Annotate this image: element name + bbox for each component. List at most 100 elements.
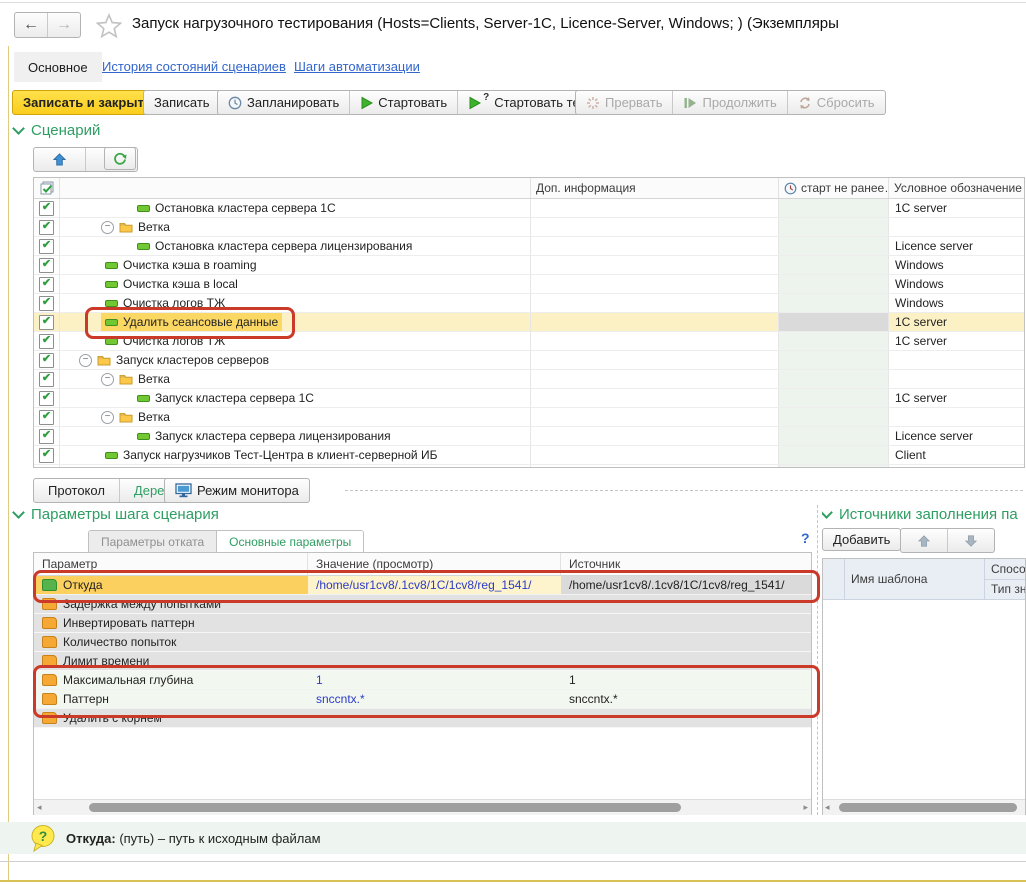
scenario-row[interactable]: ✔Запуск кластера сервера 1С1C server — [34, 389, 1024, 408]
step-name-cell[interactable]: Очистка логов ТЖ — [60, 332, 531, 351]
row-checkbox-checked[interactable]: ✔ — [39, 353, 54, 368]
param-name-cell[interactable]: Максимальная глубина — [34, 671, 308, 689]
params-help-link[interactable]: ? — [801, 530, 810, 546]
row-checkbox-checked[interactable]: ✔ — [39, 372, 54, 387]
move-up-button-disabled[interactable] — [901, 529, 947, 552]
resume-button[interactable]: Продолжить — [672, 91, 786, 114]
column-fill-method[interactable]: Способ з — [985, 559, 1026, 580]
param-name-cell[interactable]: Количество попыток — [34, 633, 308, 651]
param-name-cell[interactable]: Откуда — [34, 576, 308, 594]
abort-button[interactable]: Прервать — [576, 91, 672, 114]
collapse-minus-icon[interactable]: − — [101, 221, 114, 234]
column-value[interactable]: Значение (просмотр) — [308, 553, 561, 575]
column-param[interactable]: Параметр — [34, 553, 308, 575]
row-checkbox-checked[interactable]: ✔ — [39, 429, 54, 444]
save-and-close-button[interactable]: Записать и закрыть — [12, 90, 163, 115]
param-value-cell[interactable] — [308, 595, 561, 613]
back-button[interactable]: ← — [15, 13, 48, 37]
column-start-not-before[interactable]: старт не ранее… — [779, 178, 889, 198]
scenario-row[interactable]: ✔−Ветка — [34, 370, 1024, 389]
step-name-cell[interactable]: −Ветка — [60, 218, 531, 237]
step-name-cell[interactable]: Очистка логов ТЖ — [60, 294, 531, 313]
vertical-splitter[interactable] — [817, 505, 818, 815]
step-name-cell[interactable]: Очистка кэша в local — [60, 275, 531, 294]
scenario-row[interactable]: ✔Очистка кэша в roamingWindows — [34, 256, 1024, 275]
row-checkbox-checked[interactable]: ✔ — [39, 410, 54, 425]
params-horizontal-scrollbar[interactable]: ◂ ▸ — [34, 799, 811, 815]
scenario-row[interactable]: ✔ −Ветка — [34, 218, 1024, 237]
param-source-cell[interactable] — [561, 595, 812, 613]
param-value-cell[interactable] — [308, 709, 561, 727]
horizontal-splitter[interactable] — [345, 490, 1023, 491]
scroll-left-icon[interactable]: ◂ — [37, 802, 42, 813]
param-row[interactable]: Удалить с корнем — [34, 709, 811, 728]
add-button[interactable]: Добавить — [822, 528, 901, 551]
param-row[interactable]: Лимит времени — [34, 652, 811, 671]
tab-main-params[interactable]: Основные параметры — [217, 531, 363, 553]
scroll-right-icon[interactable]: ▸ — [803, 802, 808, 813]
step-name-cell[interactable]: −Запуск кластеров серверов — [60, 351, 531, 370]
row-checkbox-checked[interactable]: ✔ — [39, 220, 54, 235]
column-source[interactable]: Источник — [561, 553, 812, 575]
step-name-cell[interactable]: Остановка кластера сервера 1С — [60, 199, 531, 218]
sources-horizontal-scrollbar[interactable]: ◂ — [823, 799, 1025, 815]
param-row[interactable]: Количество попыток — [34, 633, 811, 652]
param-value-cell[interactable]: snccntx.* — [308, 690, 561, 708]
forward-button[interactable]: → — [48, 13, 80, 37]
column-symbol[interactable]: Условное обозначение ед — [889, 178, 1025, 198]
move-down-button-disabled[interactable] — [947, 529, 994, 552]
param-name-cell[interactable]: Инвертировать паттерн — [34, 614, 308, 632]
scrollbar-thumb[interactable] — [839, 803, 1017, 812]
row-checkbox-checked[interactable]: ✔ — [39, 448, 54, 463]
param-value-cell[interactable] — [308, 633, 561, 651]
scenario-row[interactable]: ✔Запуск нагрузчиков Тест-Центра в файлов… — [34, 465, 1024, 468]
param-source-cell[interactable] — [561, 652, 812, 670]
row-checkbox-checked[interactable]: ✔ — [39, 239, 54, 254]
step-name-cell[interactable]: Очистка кэша в roaming — [60, 256, 531, 275]
select-all-cell[interactable] — [34, 178, 60, 198]
param-name-cell[interactable]: Паттерн — [34, 690, 308, 708]
param-name-cell[interactable]: Лимит времени — [34, 652, 308, 670]
column-template-name[interactable]: Имя шаблона — [845, 559, 985, 600]
param-source-cell[interactable] — [561, 709, 812, 727]
scenario-row[interactable]: ✔Остановка кластера сервера лицензирован… — [34, 237, 1024, 256]
param-source-cell[interactable]: 1 — [561, 671, 812, 689]
param-name-cell[interactable]: Удалить с корнем — [34, 709, 308, 727]
scenario-row[interactable]: ✔Запуск кластера сервера лицензированияL… — [34, 427, 1024, 446]
param-row[interactable]: Откуда/home/usr1cv8/.1cv8/1C/1cv8/reg_15… — [34, 576, 811, 595]
param-source-cell[interactable] — [561, 614, 812, 632]
row-checkbox-checked[interactable]: ✔ — [39, 201, 54, 216]
param-value-cell[interactable] — [308, 614, 561, 632]
param-row[interactable]: Максимальная глубина11 — [34, 671, 811, 690]
param-row[interactable]: Инвертировать паттерн — [34, 614, 811, 633]
move-up-button[interactable] — [34, 148, 85, 171]
row-checkbox-checked[interactable]: ✔ — [39, 315, 54, 330]
param-source-cell[interactable]: /home/usr1cv8/.1cv8/1C/1cv8/reg_1541/ — [561, 576, 812, 594]
scenario-row[interactable]: ✔Очистка логов ТЖ1C server — [34, 332, 1024, 351]
param-value-cell[interactable]: 1 — [308, 671, 561, 689]
schedule-button[interactable]: Запланировать — [218, 91, 349, 114]
param-source-cell[interactable] — [561, 633, 812, 651]
tab-protocol[interactable]: Протокол — [34, 479, 119, 502]
step-params-section-header[interactable]: Параметры шага сценария — [14, 506, 219, 523]
step-name-cell[interactable]: Удалить сеансовые данные — [60, 313, 531, 332]
tab-main[interactable]: Основное — [14, 52, 102, 82]
scenario-row[interactable]: ✔Очистка логов ТЖWindows — [34, 294, 1024, 313]
refresh-button[interactable] — [104, 147, 136, 170]
param-value-cell[interactable] — [308, 652, 561, 670]
row-checkbox-checked[interactable]: ✔ — [39, 391, 54, 406]
save-button[interactable]: Записать — [143, 90, 221, 115]
link-scenario-history[interactable]: История состояний сценариев — [102, 59, 286, 74]
column-info[interactable]: Доп. информация — [531, 178, 779, 198]
column-name[interactable] — [60, 178, 531, 198]
scenario-row[interactable]: ✔Очистка кэша в localWindows — [34, 275, 1024, 294]
row-checkbox-checked[interactable]: ✔ — [39, 334, 54, 349]
favorite-star-icon[interactable] — [96, 13, 122, 39]
step-name-cell[interactable]: Запуск нагрузчиков Тест-Центра в файлово… — [60, 465, 531, 468]
column-value-type[interactable]: Тип знач — [985, 580, 1026, 601]
row-checkbox-checked[interactable]: ✔ — [39, 258, 54, 273]
param-value-cell[interactable]: /home/usr1cv8/.1cv8/1C/1cv8/reg_1541/ — [308, 576, 561, 594]
scenario-row[interactable]: ✔Остановка кластера сервера 1С1C server — [34, 199, 1024, 218]
param-source-cell[interactable]: snccntx.* — [561, 690, 812, 708]
collapse-minus-icon[interactable]: − — [101, 411, 114, 424]
